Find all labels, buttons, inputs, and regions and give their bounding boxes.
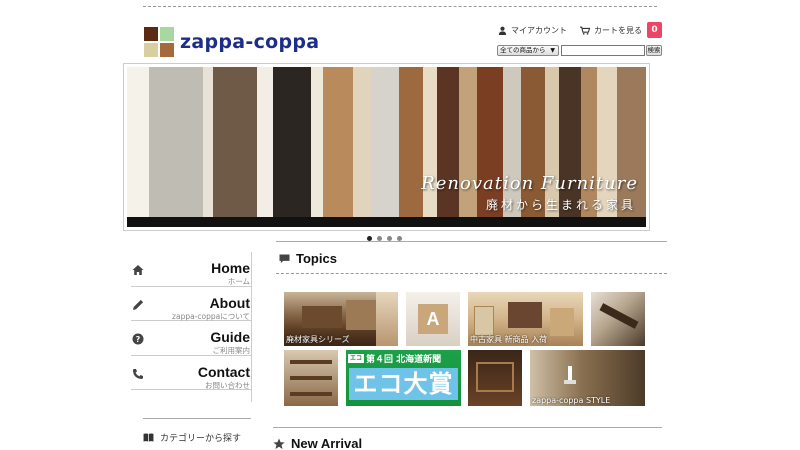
svg-text:?: ?	[136, 335, 141, 344]
category-browse-link[interactable]: カテゴリーから探す	[143, 418, 251, 444]
home-icon	[132, 265, 144, 275]
view-cart-link[interactable]: カートを見る	[580, 25, 642, 36]
star-icon	[273, 438, 285, 449]
user-icon	[498, 26, 507, 35]
sidebar-item-sublabel: zappa-coppaについて	[172, 311, 250, 321]
topic-tile-wood-frame[interactable]	[591, 292, 645, 346]
cart-icon	[580, 26, 590, 35]
cart-count-badge[interactable]: 0	[647, 22, 662, 38]
eco-award-header-text: 第４回 北海道新聞	[366, 355, 442, 365]
topic-tile-haizai[interactable]: 廃材家具シリーズ	[284, 292, 398, 346]
pencil-icon	[133, 299, 144, 310]
logo-mark	[144, 27, 174, 57]
eco-award-badge: エコ	[348, 354, 365, 363]
hero-image: Renovation Furniture 廃材から生まれる家具	[127, 67, 646, 227]
search-button[interactable]: 検索	[646, 45, 662, 56]
category-select-value: 全ての商品から	[500, 46, 546, 54]
topics-top-divider	[276, 241, 667, 242]
topics-divider	[276, 273, 667, 274]
topic-tile-used-furniture[interactable]: 中古家具 新商品 入荷	[468, 292, 583, 346]
category-select[interactable]: 全ての商品から ▼	[497, 45, 559, 56]
topic-tile-a[interactable]: A	[406, 292, 460, 346]
hero-subtitle: 廃材から生まれる家具	[485, 198, 636, 212]
sidebar-item-sublabel: お問い合わせ	[205, 380, 250, 390]
topics-heading: Topics	[279, 251, 337, 266]
topic-tile-cabinet[interactable]	[468, 350, 522, 406]
sidebar-item-contact[interactable]: Contact お問い合わせ	[131, 356, 252, 390]
sidebar-item-label: Guide	[210, 329, 250, 345]
topic-tile-caption: zappa-coppa STYLE	[532, 396, 611, 405]
sidebar-item-guide[interactable]: ? Guide ご利用案内	[131, 321, 252, 356]
search-input[interactable]	[561, 45, 645, 56]
new-arrival-divider	[273, 427, 662, 428]
dropdown-arrow-icon: ▼	[550, 47, 555, 54]
hero-banner[interactable]: Renovation Furniture 廃材から生まれる家具	[123, 63, 650, 231]
comment-icon	[279, 253, 290, 263]
help-icon: ?	[132, 333, 144, 345]
topic-tile-caption: 中古家具 新商品 入荷	[470, 335, 548, 344]
sidebar-item-sublabel: ご利用案内	[212, 346, 251, 355]
view-cart-label: カートを見る	[594, 26, 642, 35]
topics-title: Topics	[296, 251, 337, 266]
topic-tile-caption: 廃材家具シリーズ	[286, 335, 350, 344]
new-arrival-title: New Arrival	[291, 436, 363, 450]
topic-tile-style[interactable]: zappa-coppa STYLE	[530, 350, 645, 406]
phone-icon	[133, 368, 143, 379]
eco-award-title: エコ大賞	[349, 368, 458, 400]
sidebar-divider	[251, 252, 252, 402]
site-logo[interactable]: zappa-coppa	[144, 27, 319, 57]
book-icon	[143, 433, 154, 442]
eco-award-banner[interactable]: エコ 第４回 北海道新聞 エコ大賞	[346, 350, 461, 406]
my-account-link[interactable]: マイアカウント	[498, 25, 567, 36]
top-divider	[143, 6, 657, 7]
my-account-label: マイアカウント	[511, 26, 567, 35]
sidebar-item-about[interactable]: About zappa-coppaについて	[131, 287, 252, 321]
eco-award-header: エコ 第４回 北海道新聞	[348, 352, 441, 365]
sidebar-item-sublabel: ホーム	[227, 277, 250, 286]
sidebar-item-label: About	[209, 294, 250, 311]
category-browse-label: カテゴリーから探す	[160, 434, 242, 444]
hero-title: Renovation Furniture	[421, 173, 638, 194]
new-arrival-heading: New Arrival	[273, 436, 362, 450]
topic-tile-shelf[interactable]	[284, 350, 338, 406]
sidebar-item-home[interactable]: Home ホーム	[131, 252, 252, 287]
sidebar-item-label: Contact	[197, 363, 250, 380]
sidebar-nav: Home ホーム About zappa-coppaについて ? Guide ご…	[131, 252, 252, 390]
logo-text: zappa-coppa	[180, 31, 320, 53]
sidebar-item-label: Home	[211, 260, 250, 276]
